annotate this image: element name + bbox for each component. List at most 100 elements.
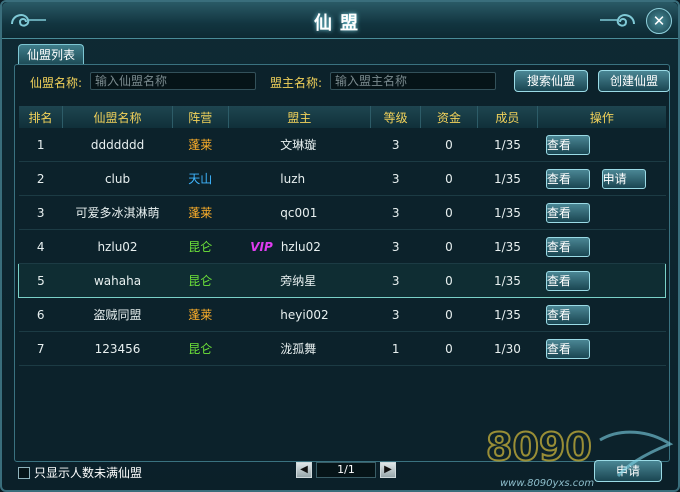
guild-name-cell: 可爱多冰淇淋萌 xyxy=(62,195,173,230)
guild-name-cell: ddddddd xyxy=(62,128,173,162)
leader-name: 旁纳星 xyxy=(280,274,317,288)
members-cell: 1/35 xyxy=(477,263,538,298)
vip-badge: VIP xyxy=(250,239,273,254)
faction-cell: 昆仑 xyxy=(172,331,229,366)
header-leader: 盟主 xyxy=(228,106,371,128)
table-row-selected[interactable]: 5 wahaha 昆仑 旁纳星 3 0 1/35 查看 xyxy=(17,263,666,298)
members-cell: 1/35 xyxy=(477,161,538,196)
guild-name-input[interactable]: 输入仙盟名称 xyxy=(90,72,256,90)
page-indicator: 1/1 xyxy=(316,462,376,478)
header-faction: 阵营 xyxy=(172,106,229,128)
level-cell: 1 xyxy=(370,331,421,366)
leader-name: hzlu02 xyxy=(280,239,321,254)
window-title: 仙盟 xyxy=(314,13,366,34)
header-actions: 操作 xyxy=(537,106,666,128)
rank-cell: 7 xyxy=(18,331,63,366)
table-row[interactable]: 7 123456 昆仑 泷孤舞 1 0 1/30 查看 xyxy=(18,331,666,366)
leader-cell: 文琳璇 xyxy=(228,128,371,162)
swirl-ornament-icon xyxy=(600,14,635,27)
funds-cell: 0 xyxy=(420,229,478,264)
table-row[interactable]: 4 hzlu02 昆仑 VIP hzlu02 3 0 1/35 查看 xyxy=(18,229,666,264)
faction-cell: 蓬莱 xyxy=(172,297,229,332)
level-cell: 3 xyxy=(370,297,421,332)
members-cell: 1/35 xyxy=(477,195,538,230)
guild-window: 仙盟 ✕ 仙盟列表 仙盟名称: 输入仙盟名称 盟主名称: 输入盟主名称 搜索仙盟… xyxy=(0,0,680,492)
table-row[interactable]: 1 ddddddd 蓬莱 文琳璇 3 0 1/35 查看 xyxy=(18,128,666,162)
guild-name-cell: wahaha xyxy=(62,263,173,298)
view-button[interactable]: 查看 xyxy=(545,202,590,223)
header-guild-name: 仙盟名称 xyxy=(62,106,173,128)
actions-cell: 查看 xyxy=(537,263,666,298)
members-cell: 1/35 xyxy=(477,128,538,162)
leader-name: 泷孤舞 xyxy=(280,342,317,356)
guild-table: 排名 仙盟名称 阵营 盟主 等级 资金 成员 操作 1 ddddddd 蓬莱 文… xyxy=(17,106,666,366)
header-members: 成员 xyxy=(477,106,539,128)
table-header-row: 排名 仙盟名称 阵营 盟主 等级 资金 成员 操作 xyxy=(18,106,666,128)
search-guild-button[interactable]: 搜索仙盟 xyxy=(514,70,588,92)
header-rank: 排名 xyxy=(18,106,64,128)
leader-cell: 泷孤舞 xyxy=(228,331,371,366)
actions-cell: 查看 xyxy=(537,297,666,332)
actions-cell: 查看 申请 xyxy=(537,161,666,196)
rank-cell: 2 xyxy=(18,161,63,196)
leader-cell: heyi002 xyxy=(228,297,371,332)
funds-cell: 0 xyxy=(420,263,478,298)
level-cell: 3 xyxy=(370,229,421,264)
table-row[interactable]: 3 可爱多冰淇淋萌 蓬莱 qc001 3 0 1/35 查看 xyxy=(18,195,666,230)
guild-name-cell: 123456 xyxy=(62,331,173,366)
guild-name-cell: 盗贼同盟 xyxy=(62,297,173,332)
rank-cell: 1 xyxy=(18,128,63,162)
leader-cell: qc001 xyxy=(228,195,371,230)
apply-guild-button[interactable]: 申请 xyxy=(594,460,662,482)
create-guild-button[interactable]: 创建仙盟 xyxy=(598,70,670,92)
table-row[interactable]: 2 club 天山 luzh 3 0 1/35 查看 申请 xyxy=(18,161,666,196)
actions-cell: 查看 xyxy=(537,229,666,264)
rank-cell: 6 xyxy=(18,297,63,332)
header-funds: 资金 xyxy=(420,106,478,128)
faction-cell: 昆仑 xyxy=(172,229,229,264)
title-bar[interactable]: 仙盟 ✕ xyxy=(2,2,678,39)
filter-not-full-checkbox[interactable]: 只显示人数未满仙盟 xyxy=(18,464,142,481)
actions-cell: 查看 xyxy=(537,128,666,162)
level-cell: 3 xyxy=(370,263,421,298)
rank-cell: 3 xyxy=(18,195,63,230)
watermark-url: www.8090yxs.com xyxy=(500,478,594,489)
leader-name-input[interactable]: 输入盟主名称 xyxy=(330,72,496,90)
leader-cell: 旁纳星 xyxy=(228,263,371,298)
funds-cell: 0 xyxy=(420,297,478,332)
prev-page-icon[interactable]: ◀ xyxy=(296,462,312,478)
guild-name-cell: hzlu02 xyxy=(62,229,173,264)
leader-name: qc001 xyxy=(280,205,318,220)
close-icon[interactable]: ✕ xyxy=(646,8,672,34)
leader-name: 文琳璇 xyxy=(280,138,317,152)
members-cell: 1/30 xyxy=(477,331,538,366)
checkbox-box[interactable] xyxy=(18,466,30,479)
actions-cell: 查看 xyxy=(537,195,666,230)
funds-cell: 0 xyxy=(420,161,478,196)
level-cell: 3 xyxy=(370,161,421,196)
faction-cell: 蓬莱 xyxy=(172,195,229,230)
guild-name-label: 仙盟名称: xyxy=(30,76,83,90)
view-button[interactable]: 查看 xyxy=(545,236,590,257)
view-button[interactable]: 查看 xyxy=(545,168,590,189)
leader-cell: VIP hzlu02 xyxy=(228,229,371,264)
leader-cell: luzh xyxy=(228,161,371,196)
view-button[interactable]: 查看 xyxy=(545,338,590,359)
next-page-icon[interactable]: ▶ xyxy=(380,462,396,478)
funds-cell: 0 xyxy=(420,331,478,366)
view-button[interactable]: 查看 xyxy=(545,134,590,155)
members-cell: 1/35 xyxy=(477,297,538,332)
leader-name: heyi002 xyxy=(280,307,329,322)
tab-guild-list[interactable]: 仙盟列表 xyxy=(18,44,85,65)
level-cell: 3 xyxy=(370,195,421,230)
members-cell: 1/35 xyxy=(477,229,538,264)
faction-cell: 昆仑 xyxy=(172,263,229,298)
view-button[interactable]: 查看 xyxy=(545,304,590,325)
view-button[interactable]: 查看 xyxy=(545,270,590,291)
search-row: 仙盟名称: 输入仙盟名称 盟主名称: 输入盟主名称 搜索仙盟 创建仙盟 xyxy=(14,68,670,94)
table-row[interactable]: 6 盗贼同盟 蓬莱 heyi002 3 0 1/35 查看 xyxy=(18,297,666,332)
apply-row-button[interactable]: 申请 xyxy=(601,168,646,189)
pager: ◀ 1/1 ▶ xyxy=(296,462,396,478)
faction-cell: 蓬莱 xyxy=(172,128,229,162)
guild-name-cell: club xyxy=(62,161,173,196)
